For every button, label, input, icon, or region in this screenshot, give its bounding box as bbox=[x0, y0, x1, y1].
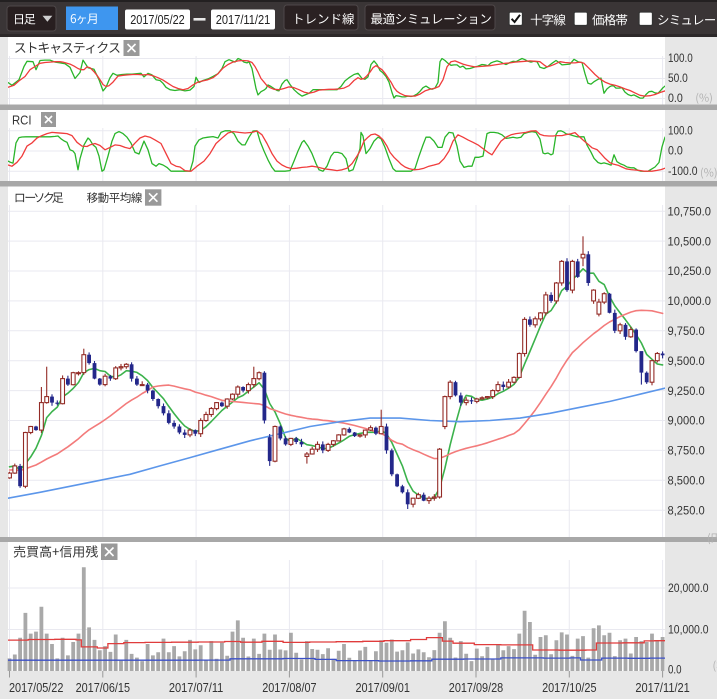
svg-text:8,750.0: 8,750.0 bbox=[668, 444, 705, 458]
svg-text:2017/11/21: 2017/11/21 bbox=[216, 12, 271, 27]
svg-text:2017/08/07: 2017/08/07 bbox=[262, 680, 316, 695]
svg-text:2017/09/01: 2017/09/01 bbox=[356, 680, 410, 695]
svg-text:20,000.0: 20,000.0 bbox=[668, 581, 709, 595]
svg-text:10,000.0: 10,000.0 bbox=[668, 294, 712, 308]
svg-text:8,250.0: 8,250.0 bbox=[668, 503, 705, 517]
svg-text:2017/10/25: 2017/10/25 bbox=[542, 680, 596, 695]
svg-text:10,500.0: 10,500.0 bbox=[668, 234, 712, 248]
svg-text:RCI: RCI bbox=[12, 113, 32, 128]
svg-text:2017/05/22: 2017/05/22 bbox=[9, 680, 63, 695]
svg-text:2017/05/22: 2017/05/22 bbox=[130, 12, 185, 27]
svg-text:9,250.0: 9,250.0 bbox=[668, 384, 705, 398]
svg-text:2017/09/28: 2017/09/28 bbox=[449, 680, 503, 695]
svg-text:8,500.0: 8,500.0 bbox=[668, 474, 705, 488]
svg-text:9,500.0: 9,500.0 bbox=[668, 354, 705, 368]
svg-text:-100.0: -100.0 bbox=[668, 164, 698, 178]
svg-text:9,000.0: 9,000.0 bbox=[668, 414, 705, 428]
svg-text:10,000.0: 10,000.0 bbox=[668, 623, 709, 637]
svg-text:10,750.0: 10,750.0 bbox=[668, 204, 712, 218]
svg-text:0.0: 0.0 bbox=[668, 91, 683, 105]
svg-text:100.0: 100.0 bbox=[668, 51, 693, 65]
svg-text:9,750.0: 9,750.0 bbox=[668, 324, 705, 338]
svg-text:2017/07/11: 2017/07/11 bbox=[169, 680, 223, 695]
svg-text:2017/06/15: 2017/06/15 bbox=[76, 680, 130, 695]
svg-text:10,250.0: 10,250.0 bbox=[668, 264, 712, 278]
svg-text:100.0: 100.0 bbox=[668, 124, 693, 138]
svg-text:2017/11/21: 2017/11/21 bbox=[635, 680, 689, 695]
svg-text:0.0: 0.0 bbox=[668, 663, 682, 677]
svg-text:0.0: 0.0 bbox=[668, 144, 683, 158]
svg-text:50.0: 50.0 bbox=[668, 71, 688, 85]
